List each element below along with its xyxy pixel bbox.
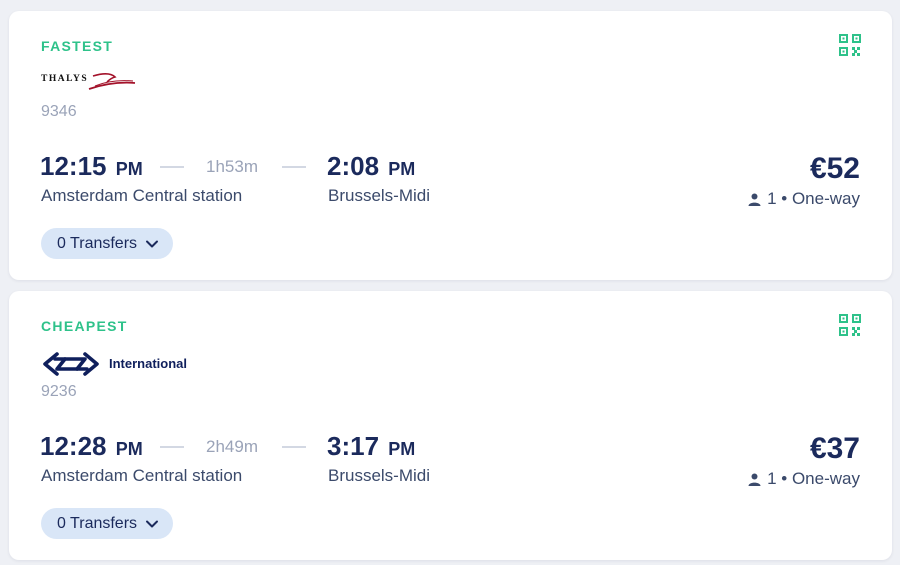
timeline-dash [282,446,306,448]
chevron-down-icon [146,520,159,527]
ticket-price: €52 [809,152,860,185]
train-number: 9236 [41,383,77,400]
qr-code-icon[interactable] [839,34,861,56]
departure-time: 12:28 PM [40,431,143,461]
transfers-label: 0 Transfers [57,514,138,532]
journey-card-fastest[interactable]: FASTEST THALYS 9346 12:15 PM 1h53m 2:08 … [9,11,892,280]
timeline-dash [160,446,184,448]
chevron-down-icon [146,240,159,247]
operator-label: International [109,356,188,371]
person-icon [748,473,761,486]
departure-station: Amsterdam Central station [41,186,243,205]
timeline-dash [160,166,184,168]
thalys-logo: THALYS [41,69,137,95]
transfers-label: 0 Transfers [57,234,138,252]
arrival-time: 3:17 PM [327,431,416,461]
trip-duration: 1h53m [206,157,258,176]
arrival-station: Brussels-Midi [328,186,431,205]
passenger-summary: 1 • One-way [748,469,860,489]
transfers-toggle[interactable]: 0 Transfers [41,228,174,259]
timeline-dash [282,166,306,168]
journey-tag: FASTEST [41,38,114,54]
qr-code-icon[interactable] [839,314,861,336]
trip-duration: 2h49m [206,437,258,456]
arrival-time: 2:08 PM [327,151,416,181]
ns-logo: International [41,351,201,377]
journey-card-cheapest[interactable]: CHEAPEST International 9236 12:28 PM 2h4… [9,291,892,560]
train-number: 9346 [41,103,77,120]
passenger-summary: 1 • One-way [748,189,860,209]
ticket-price: €37 [809,432,860,465]
arrival-station: Brussels-Midi [328,466,431,485]
departure-station: Amsterdam Central station [41,466,243,485]
person-icon [748,193,761,206]
journey-tag: CHEAPEST [41,318,128,334]
transfers-toggle[interactable]: 0 Transfers [41,508,174,539]
departure-time: 12:15 PM [40,151,143,181]
